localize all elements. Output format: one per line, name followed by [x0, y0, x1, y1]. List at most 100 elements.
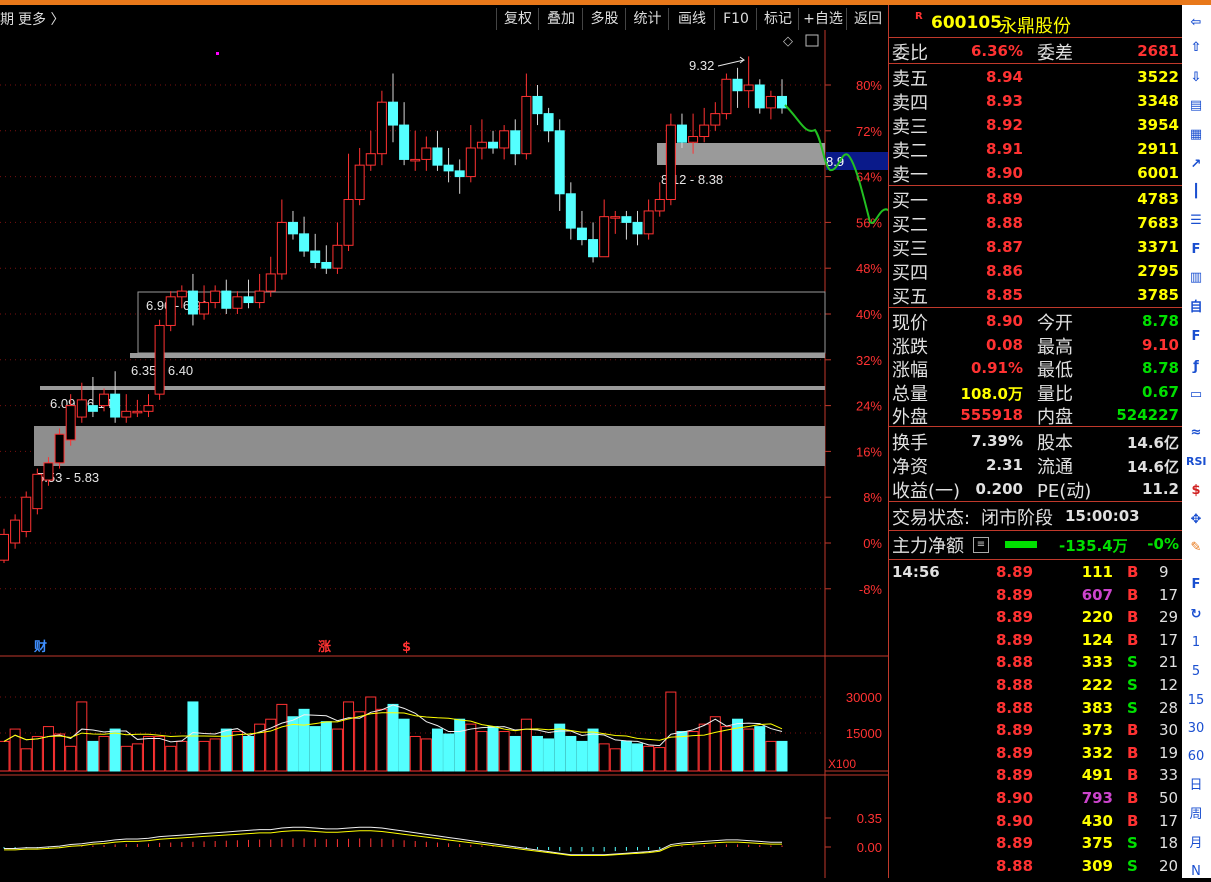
high-price-label: 9.32: [689, 58, 714, 73]
ask-5-row: 卖五 8.94 3522: [889, 65, 1183, 90]
dollar-icon[interactable]: $: [1186, 481, 1206, 501]
candle-body: [287, 221, 298, 235]
bid-2-volume: 7683: [1137, 214, 1179, 232]
period-button-4[interactable]: 30: [1186, 719, 1206, 739]
volume-bar: [376, 708, 388, 772]
ask-5-price: 8.94: [985, 68, 1023, 86]
candle-body: [154, 324, 165, 395]
ask-1-price: 8.90: [985, 164, 1023, 182]
bid-2-row: 买二 8.88 7683: [889, 211, 1183, 236]
fund-label-2: 股本: [1037, 433, 1073, 454]
kline-chart[interactable]: 80%72%64%56%48%40%32%24%16%8%0%-8%8.12 -…: [0, 5, 888, 878]
bid-2-label: 买二: [892, 215, 928, 236]
period-button-1[interactable]: 1: [1186, 633, 1206, 653]
tick-side: B: [1127, 563, 1139, 581]
tick-price: 8.89: [996, 608, 1034, 627]
volume-bar: [165, 745, 177, 772]
bid-4-row: 买四 8.86 2795: [889, 259, 1183, 284]
self-icon[interactable]: 自: [1186, 298, 1206, 318]
candle-body: [388, 101, 398, 126]
doc-icon[interactable]: ▤: [1186, 96, 1206, 116]
candle-body: [365, 153, 376, 166]
candle-body: [310, 250, 321, 263]
fx-icon[interactable]: ƒ: [1186, 357, 1206, 377]
tick-side: B: [1127, 721, 1139, 740]
volume-bar: [154, 735, 166, 772]
tick-volume: 222: [1081, 676, 1113, 694]
tick-volume: 373: [1081, 721, 1113, 740]
period-button-2[interactable]: 5: [1186, 662, 1206, 682]
period-button-6[interactable]: 日: [1186, 776, 1206, 796]
price-scale-label: 80%: [856, 78, 882, 93]
stat-label-2: 最高: [1037, 336, 1073, 358]
pen-icon[interactable]: ✎: [1186, 538, 1206, 558]
volume-bar: [620, 740, 632, 772]
arrow-down-icon[interactable]: ⇩: [1186, 68, 1206, 88]
candle-body: [399, 124, 410, 160]
volume-bar: [609, 748, 621, 772]
period-button-7[interactable]: 周: [1186, 805, 1206, 825]
candle-body: [732, 78, 743, 92]
period-button-5[interactable]: 60: [1186, 747, 1206, 767]
tick-count: 21: [1159, 653, 1179, 672]
candle-body: [432, 147, 443, 166]
ask-2-volume: 2911: [1137, 140, 1179, 158]
volume-bar: [243, 735, 255, 772]
tick-row: 8.88 383 S 28: [889, 697, 1183, 719]
volume-bar: [565, 735, 577, 772]
refresh-icon[interactable]: ↻: [1186, 605, 1206, 625]
trade-status-time: 15:00:03: [1065, 507, 1140, 525]
f5-icon[interactable]: F: [1186, 575, 1206, 595]
candle-body: [443, 164, 454, 172]
ask-5-volume: 3522: [1137, 68, 1179, 86]
price-scale-label: 24%: [856, 399, 882, 414]
candle-body: [632, 221, 643, 235]
period-button-3[interactable]: 15: [1186, 691, 1206, 711]
arrow-left-icon[interactable]: ⇦: [1186, 13, 1206, 33]
volume-bar: [732, 718, 744, 772]
rsi-icon[interactable]: RSI: [1186, 452, 1207, 472]
tick-side: B: [1127, 766, 1139, 785]
line-chart-icon[interactable]: ↗: [1186, 155, 1206, 175]
candle-body: [276, 221, 287, 275]
stat-row: 涨幅 0.91% 最低 8.78: [889, 356, 1183, 381]
candle-body: [610, 216, 621, 219]
volume-bar: [409, 735, 421, 772]
stat-value-2: 8.78: [1141, 359, 1179, 377]
candle-body: [588, 239, 599, 258]
move-icon[interactable]: ✥: [1186, 510, 1206, 530]
arrow-up-icon[interactable]: ⇧: [1186, 38, 1206, 58]
f10-icon[interactable]: F: [1186, 240, 1206, 260]
book-icon[interactable]: ▥: [1186, 268, 1206, 288]
ask-2-row: 卖二 8.91 2911: [889, 137, 1183, 162]
tv-icon[interactable]: ▭: [1186, 385, 1206, 405]
tick-price: 8.89: [996, 743, 1034, 762]
candle-body: [654, 199, 665, 212]
volume-bar: [531, 735, 543, 772]
table-icon[interactable]: ☰: [1186, 211, 1206, 231]
volume-bar: [387, 703, 399, 772]
fund-label-2: PE(动): [1037, 481, 1092, 502]
list-icon[interactable]: ≡: [973, 537, 989, 553]
kline-icon[interactable]: ┃: [1186, 182, 1206, 202]
price-scale-label: 16%: [856, 444, 882, 459]
grid-icon[interactable]: ▦: [1186, 125, 1206, 145]
panel-toggle-icon: [805, 34, 819, 47]
ask-1-row: 卖一 8.90 6001: [889, 161, 1183, 186]
price-scale-label: 0%: [863, 536, 882, 551]
ask-3-volume: 3954: [1137, 116, 1179, 134]
event-marker: 涨: [317, 640, 331, 655]
period-button-8[interactable]: 月: [1186, 834, 1206, 854]
wave-icon[interactable]: ≈: [1186, 423, 1206, 443]
price-scale-label: 8%: [863, 490, 882, 505]
stat-value: 555918: [960, 406, 1023, 424]
fund-value: 0.200: [975, 480, 1023, 498]
period-button-9[interactable]: N: [1186, 862, 1206, 882]
bid-3-row: 买三 8.87 3371: [889, 235, 1183, 260]
ask-4-volume: 3348: [1137, 92, 1179, 110]
f12-icon[interactable]: F: [1186, 327, 1206, 347]
tick-count: 28: [1159, 698, 1179, 717]
stat-value-2: 9.10: [1141, 335, 1179, 354]
tick-side: S: [1127, 834, 1138, 853]
candle-body: [699, 124, 710, 138]
